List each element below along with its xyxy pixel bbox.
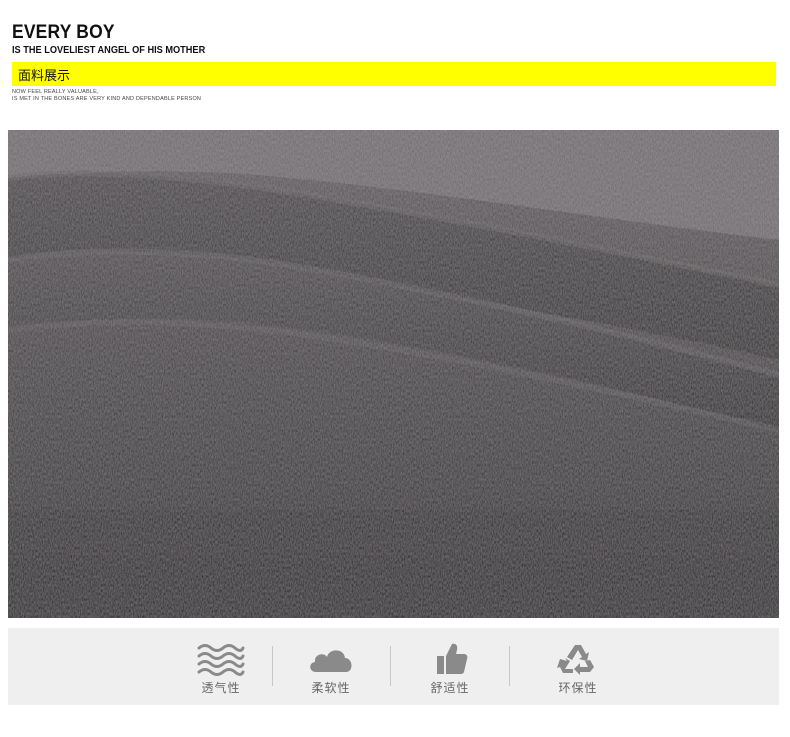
fabric-photo xyxy=(8,130,779,618)
section-header-bar: 面料展示 xyxy=(12,62,776,86)
divider xyxy=(509,646,510,686)
tagline-line-2: IS MET IN THE BONES ARE VERY KIND AND DE… xyxy=(12,96,202,102)
section-label: 面料展示 xyxy=(18,69,71,84)
fabric-illustration xyxy=(8,130,779,618)
feature-eco-friendly: 环保性 xyxy=(533,628,623,705)
feature-label-breathability: 透气性 xyxy=(201,681,241,695)
feature-label-eco-friendly: 环保性 xyxy=(558,681,598,695)
feature-breathability: 透气性 xyxy=(176,628,266,705)
tagline-line-1: NOW FEEL REALLY VALUABLE, xyxy=(12,89,99,95)
feature-softness: 柔软性 xyxy=(286,628,376,705)
feature-comfort: 舒适性 xyxy=(405,628,495,705)
recycle-icon xyxy=(557,645,594,675)
cloud-icon xyxy=(310,650,352,672)
divider xyxy=(390,646,391,686)
brand-title: EVERY BOY xyxy=(12,22,115,43)
thumbs-up-icon xyxy=(437,643,468,674)
feature-strip: 透气性 柔软性 舒适性 环保性 xyxy=(8,628,779,705)
feature-label-comfort: 舒适性 xyxy=(430,681,470,695)
divider xyxy=(272,646,273,686)
feature-label-softness: 柔软性 xyxy=(311,681,351,695)
waves-icon xyxy=(197,644,245,676)
brand-subtitle: IS THE LOVELIEST ANGEL OF HIS MOTHER xyxy=(12,45,206,56)
